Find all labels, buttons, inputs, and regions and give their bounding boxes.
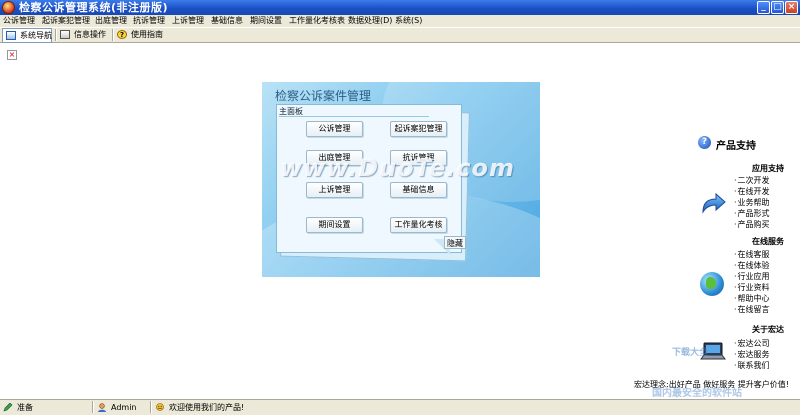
toolbar-separator bbox=[112, 29, 114, 41]
status-user-cell: Admin bbox=[97, 400, 152, 415]
status-message-cell: 欢迎使用我们的产品! bbox=[155, 400, 355, 415]
help-guide-button[interactable]: ? 使用指南 bbox=[117, 28, 167, 42]
status-state-text: 准备 bbox=[17, 403, 33, 412]
app-support-title: 应用支持 bbox=[752, 164, 784, 173]
menu-kangsu[interactable]: 抗诉管理 bbox=[133, 15, 165, 27]
globe-icon bbox=[700, 272, 724, 296]
qijian-shezhi-button[interactable]: 期间设置 bbox=[306, 217, 363, 233]
arrow-icon bbox=[702, 192, 726, 214]
gongsu-button[interactable]: 公诉管理 bbox=[306, 121, 363, 137]
user-icon bbox=[98, 403, 106, 412]
download-watermark: 下载大全 bbox=[672, 348, 709, 358]
sidebar-link[interactable]: 宏达服务 bbox=[734, 350, 770, 360]
main-board-divider bbox=[279, 116, 429, 117]
pencil-icon bbox=[3, 403, 13, 412]
info-tab-label: 信息操作 bbox=[74, 30, 106, 39]
shangsu-button[interactable]: 上诉管理 bbox=[306, 182, 363, 198]
welcome-icon bbox=[156, 403, 164, 411]
info-icon bbox=[60, 30, 70, 39]
maximize-button[interactable]: □ bbox=[771, 1, 784, 14]
sidebar-link[interactable]: 产品购买 bbox=[734, 220, 770, 230]
product-support-heading: 产品支持 bbox=[716, 141, 756, 152]
navigation-icon bbox=[6, 31, 16, 40]
online-service-title: 在线服务 bbox=[752, 237, 784, 246]
sidebar-link[interactable]: 帮助中心 bbox=[734, 294, 770, 304]
app-icon bbox=[2, 1, 15, 14]
status-divider bbox=[150, 401, 152, 413]
sidebar-link[interactable]: 业务帮助 bbox=[734, 198, 770, 208]
sidebar-link[interactable]: 在线开发 bbox=[734, 187, 770, 197]
menu-jichu-xinxi[interactable]: 基础信息 bbox=[211, 15, 243, 27]
status-divider bbox=[92, 401, 94, 413]
menu-kaohe-biao[interactable]: 工作量化考核表 bbox=[289, 15, 345, 27]
status-bar: 准备 Admin 欢迎使用我们的产品! bbox=[0, 399, 800, 415]
nav-tab-label: 系统导航 bbox=[20, 31, 52, 40]
help-guide-label: 使用指南 bbox=[131, 30, 163, 39]
nav-tab-button[interactable]: 系统导航 bbox=[2, 28, 52, 43]
product-support-icon: ? bbox=[698, 136, 711, 149]
jichu-xinxi-button[interactable]: 基础信息 bbox=[390, 182, 447, 198]
broken-image-icon: × bbox=[7, 50, 17, 60]
toolbar: 系统导航 信息操作 ? 使用指南 bbox=[0, 27, 800, 43]
menu-qijian-shezhi[interactable]: 期间设置 bbox=[250, 15, 282, 27]
sidebar-link[interactable]: 在线客服 bbox=[734, 250, 770, 260]
sidebar-link[interactable]: 行业资料 bbox=[734, 283, 770, 293]
sidebar-link[interactable]: 产品形式 bbox=[734, 209, 770, 219]
kaohe-button[interactable]: 工作量化考核 bbox=[390, 217, 447, 233]
menu-data-processing[interactable]: 数据处理(D) bbox=[348, 15, 392, 27]
status-user-text: Admin bbox=[111, 403, 137, 412]
info-tab-button[interactable]: 信息操作 bbox=[60, 28, 110, 42]
client-area: × 检察公诉案件管理 主面板 公诉管理 起诉案犯管理 出庭管理 抗诉管理 上诉管… bbox=[0, 43, 800, 399]
sidebar-link[interactable]: 行业应用 bbox=[734, 272, 770, 282]
menu-gongsu[interactable]: 公诉管理 bbox=[3, 15, 35, 27]
window-title: 检察公诉管理系统(非注册版) bbox=[19, 1, 169, 14]
close-button[interactable]: × bbox=[785, 1, 798, 14]
help-icon: ? bbox=[117, 30, 127, 39]
download-site-watermark: 国内最安全的软件站 bbox=[652, 388, 742, 399]
toolbar-separator bbox=[55, 29, 57, 41]
sidebar-link[interactable]: 在线留言 bbox=[734, 305, 770, 315]
panel-title: 检察公诉案件管理 bbox=[275, 89, 372, 103]
hide-button[interactable]: 隐藏 bbox=[444, 236, 466, 249]
sidebar-link[interactable]: 二次开发 bbox=[734, 176, 770, 186]
title-bar[interactable]: 检察公诉管理系统(非注册版) _ □ × bbox=[0, 0, 800, 15]
sidebar-link[interactable]: 宏达公司 bbox=[734, 339, 770, 349]
menu-qisu-anfan[interactable]: 起诉案犯管理 bbox=[42, 15, 90, 27]
status-message-text: 欢迎使用我们的产品! bbox=[169, 403, 245, 412]
menu-chuting[interactable]: 出庭管理 bbox=[95, 15, 127, 27]
menu-system[interactable]: 系统(S) bbox=[395, 15, 422, 27]
sidebar-link[interactable]: 在线体验 bbox=[734, 261, 770, 271]
menu-shangsu[interactable]: 上诉管理 bbox=[172, 15, 204, 27]
main-panel: 检察公诉案件管理 主面板 公诉管理 起诉案犯管理 出庭管理 抗诉管理 上诉管理 … bbox=[262, 82, 540, 277]
sidebar-link[interactable]: 联系我们 bbox=[734, 361, 770, 371]
menu-bar: 公诉管理 起诉案犯管理 出庭管理 抗诉管理 上诉管理 基础信息 期间设置 工作量… bbox=[0, 15, 800, 27]
minimize-button[interactable]: _ bbox=[757, 1, 770, 14]
duote-watermark: www.DuoTe.com bbox=[280, 154, 515, 182]
about-title: 关于宏达 bbox=[752, 325, 784, 334]
status-state-cell: 准备 bbox=[3, 400, 88, 415]
qisu-button[interactable]: 起诉案犯管理 bbox=[390, 121, 447, 137]
